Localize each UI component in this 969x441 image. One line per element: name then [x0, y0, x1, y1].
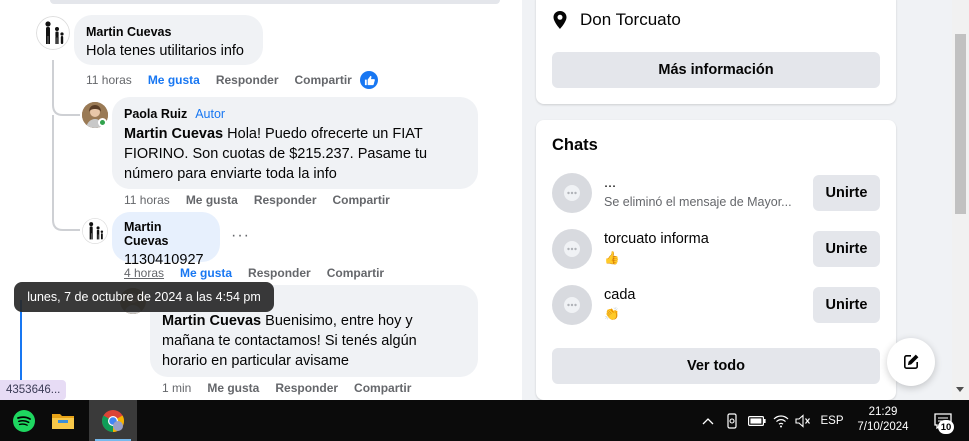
comment-actions: 11 horas Me gusta Responder Compartir: [86, 73, 352, 87]
chrome-taskbar-button[interactable]: [89, 400, 137, 441]
location-text: Don Torcuato: [580, 10, 681, 29]
notifications-button[interactable]: 10: [924, 400, 962, 441]
reply-button[interactable]: Responder: [216, 73, 279, 87]
mention-link[interactable]: Martin Cuevas: [162, 313, 261, 329]
notification-count-badge: 10: [938, 420, 954, 434]
wifi-tray-button[interactable]: [770, 400, 792, 441]
comment-author[interactable]: Paola Ruiz: [124, 107, 187, 121]
comment-text-line: número para enviarte toda la info: [124, 166, 337, 182]
chat-name: cada: [604, 287, 636, 303]
comment-author[interactable]: Martin Cuevas: [86, 25, 171, 39]
battery-icon: [748, 415, 766, 426]
spotify-icon: [13, 409, 35, 432]
comment-text: Hola tenes utilitarios info: [86, 43, 244, 59]
timestamp-tooltip: lunes, 7 de octubre de 2024 a las 4:54 p…: [14, 282, 274, 312]
chats-card: Chats ... Se eliminó el mensaje de Mayor…: [536, 120, 896, 400]
windows-taskbar: ESP 21:29 7/10/2024 10: [0, 400, 969, 441]
chat-item[interactable]: cada 👏 Unirte: [552, 285, 880, 325]
more-info-button[interactable]: Más información: [552, 52, 880, 88]
about-card: Don Torcuato Más información: [536, 0, 896, 104]
comment-bubble: Paola Ruiz Autor Martin Cuevas Hola! Pued…: [112, 97, 478, 189]
reply-button[interactable]: Responder: [254, 193, 317, 207]
join-button[interactable]: Unirte: [813, 287, 880, 323]
chat-name: torcuato informa: [604, 231, 709, 247]
compose-icon: [904, 354, 919, 369]
battery-tray-button[interactable]: [745, 400, 769, 441]
comment-bubble: Martin Cuevas 1130410927: [112, 212, 220, 268]
avatar[interactable]: [36, 16, 70, 50]
family-silhouette-icon: [82, 218, 108, 244]
chat-name: ...: [604, 175, 617, 191]
right-sidebar: Don Torcuato Más información Chats ... S…: [522, 0, 952, 400]
join-button[interactable]: Unirte: [813, 175, 880, 211]
comment-time[interactable]: 1 min: [162, 381, 191, 395]
chat-last-message: Se eliminó el mensaje de Mayor...: [604, 195, 792, 209]
comment-text: Martin Cuevas Buenisimo, entre hoy y: [162, 313, 413, 329]
chat-item[interactable]: ... Se eliminó el mensaje de Mayor... Un…: [552, 173, 880, 213]
family-silhouette-icon: [36, 16, 70, 50]
comment-actions: 4 horas Me gusta Responder Compartir: [124, 266, 384, 280]
thumbs-up-icon[interactable]: [360, 71, 378, 89]
device-tray-button[interactable]: [721, 400, 743, 441]
volume-tray-button[interactable]: [793, 400, 813, 441]
file-explorer-taskbar-button[interactable]: [39, 400, 87, 441]
thread-connector: [52, 60, 80, 231]
reply-button[interactable]: Responder: [248, 266, 311, 280]
previous-comment-edge: [50, 0, 500, 4]
chat-last-message: 👏: [604, 307, 620, 321]
folder-icon: [52, 413, 74, 429]
chevron-up-icon: [702, 417, 714, 424]
comment-time[interactable]: 11 horas: [124, 193, 170, 207]
share-button[interactable]: Compartir: [354, 381, 411, 395]
share-button[interactable]: Compartir: [333, 193, 390, 207]
chats-title: Chats: [552, 136, 598, 154]
like-button[interactable]: Me gusta: [180, 266, 232, 280]
volume-muted-icon: [795, 413, 810, 428]
scroll-down-arrow-icon[interactable]: [956, 387, 964, 392]
comment-bubble: Martin Cuevas Hola tenes utilitarios inf…: [74, 15, 263, 65]
location-pin-icon: [553, 11, 567, 29]
mention-link[interactable]: Martin Cuevas: [124, 126, 223, 142]
more-options-icon[interactable]: ···: [231, 227, 250, 245]
like-button[interactable]: Me gusta: [207, 381, 259, 395]
comment-author[interactable]: Martin Cuevas: [124, 220, 208, 248]
see-all-button[interactable]: Ver todo: [552, 348, 880, 384]
wifi-icon: [773, 414, 789, 427]
comment-time[interactable]: 4 horas: [124, 266, 164, 280]
system-clock[interactable]: 21:29 7/10/2024: [852, 405, 914, 435]
like-button[interactable]: Me gusta: [148, 73, 200, 87]
comment-text-line: mañana te contactamos! Si tenés algún: [162, 333, 417, 349]
comments-panel: Martin Cuevas Hola tenes utilitarios inf…: [0, 0, 522, 400]
id-chip[interactable]: 4353646...: [0, 380, 67, 400]
location-row: Don Torcuato: [552, 10, 681, 30]
reply-button[interactable]: Responder: [275, 381, 338, 395]
scrollbar-thumb[interactable]: [955, 34, 966, 214]
device-icon: [727, 412, 737, 429]
comment-actions: 1 min Me gusta Responder Compartir: [162, 381, 411, 395]
language-indicator[interactable]: ESP: [817, 400, 847, 441]
share-button[interactable]: Compartir: [295, 73, 352, 87]
comment-text-line: FIORINO. Son cuotas de $215.237. Pasame …: [124, 146, 428, 162]
share-button[interactable]: Compartir: [327, 266, 384, 280]
avatar[interactable]: [82, 218, 108, 244]
chat-item[interactable]: torcuato informa 👍 Unirte: [552, 229, 880, 269]
chat-bubble-icon: [552, 285, 592, 325]
show-hidden-icons-button[interactable]: [697, 400, 719, 441]
chat-bubble-icon: [552, 173, 592, 213]
chat-last-message: 👍: [604, 251, 620, 265]
chat-bubble-icon: [552, 229, 592, 269]
clock-date: 7/10/2024: [857, 421, 909, 433]
join-button[interactable]: Unirte: [813, 231, 880, 267]
compose-button[interactable]: [887, 338, 935, 386]
comment-actions: 11 horas Me gusta Responder Compartir: [124, 193, 390, 207]
chrome-icon: [102, 409, 124, 432]
like-button[interactable]: Me gusta: [186, 193, 238, 207]
clock-time: 21:29: [868, 406, 898, 418]
comment-text-line: horario en particular avisame: [162, 353, 349, 369]
online-status-dot: [98, 118, 107, 127]
comment-text: Martin Cuevas Hola! Puedo ofrecerte un F…: [124, 126, 423, 142]
comment-time[interactable]: 11 horas: [86, 73, 132, 87]
page-scrollbar[interactable]: [952, 0, 969, 400]
author-badge: Autor: [195, 107, 226, 121]
